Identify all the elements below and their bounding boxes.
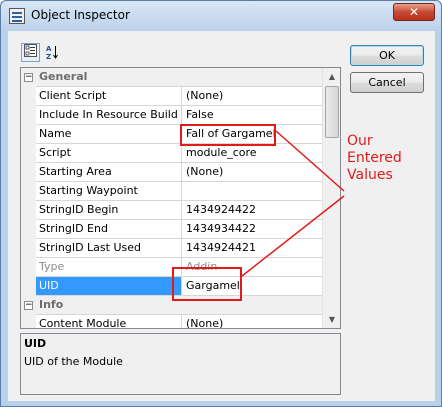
collapse-icon[interactable]: − xyxy=(24,301,33,310)
property-name: Script xyxy=(36,144,182,163)
property-name: Client Script xyxy=(36,87,182,106)
highlight-box-name xyxy=(180,124,276,146)
property-value[interactable]: False xyxy=(182,106,322,125)
property-row-script[interactable]: Script module_core xyxy=(21,144,322,163)
scroll-up-icon[interactable]: ▲ xyxy=(323,68,340,85)
row-gutter xyxy=(21,144,36,163)
object-inspector-window: Object Inspector ✕ A Z − General Client … xyxy=(0,0,442,407)
property-row-include-in-resource-build[interactable]: Include In Resource Build False xyxy=(21,106,322,125)
property-name: StringID Last Used xyxy=(36,239,182,258)
property-name: Include In Resource Build xyxy=(36,106,182,125)
cancel-button[interactable]: Cancel xyxy=(350,72,424,93)
row-gutter xyxy=(21,163,36,182)
categorized-view-icon[interactable] xyxy=(21,43,40,62)
row-gutter xyxy=(21,315,36,328)
property-value[interactable]: (None) xyxy=(182,87,322,106)
property-value[interactable]: 1434924422 xyxy=(182,201,322,220)
close-button[interactable]: ✕ xyxy=(393,3,435,21)
row-gutter xyxy=(21,106,36,125)
row-gutter xyxy=(21,182,36,201)
svg-text:Z: Z xyxy=(46,53,51,60)
property-name: Starting Area xyxy=(36,163,182,182)
property-row-name[interactable]: Name Fall of Gargamel xyxy=(21,125,322,144)
annotation-line-2: Entered xyxy=(347,150,402,166)
row-gutter xyxy=(21,220,36,239)
property-name: Name xyxy=(36,125,182,144)
app-icon xyxy=(9,8,25,24)
property-row-starting-area[interactable]: Starting Area (None) xyxy=(21,163,322,182)
property-row-content-module[interactable]: Content Module (None) xyxy=(21,315,322,328)
scroll-thumb[interactable] xyxy=(325,86,339,138)
highlight-box-uid xyxy=(172,267,242,301)
property-value[interactable] xyxy=(182,182,322,201)
title-bar[interactable]: Object Inspector ✕ xyxy=(1,1,441,31)
row-gutter xyxy=(21,258,36,277)
annotation-line-3: Values xyxy=(347,167,393,183)
property-name: Starting Waypoint xyxy=(36,182,182,201)
collapse-icon[interactable]: − xyxy=(24,73,33,82)
description-text: UID of the Module xyxy=(24,355,123,368)
row-gutter xyxy=(21,239,36,258)
property-name: Content Module xyxy=(36,315,182,328)
property-name: StringID End xyxy=(36,220,182,239)
property-value[interactable]: 1434934422 xyxy=(182,220,322,239)
sort-alpha-icon[interactable]: A Z xyxy=(42,43,61,62)
property-row-stringid-end[interactable]: StringID End 1434934422 xyxy=(21,220,322,239)
row-gutter xyxy=(21,125,36,144)
property-row-stringid-last-used[interactable]: StringID Last Used 1434924421 xyxy=(21,239,322,258)
annotation-label: Our Entered Values xyxy=(347,133,402,184)
property-value[interactable]: module_core xyxy=(182,144,322,163)
row-gutter xyxy=(21,277,36,296)
property-row-starting-waypoint[interactable]: Starting Waypoint xyxy=(21,182,322,201)
property-name: UID xyxy=(36,277,182,296)
row-gutter xyxy=(21,201,36,220)
description-title: UID xyxy=(24,337,47,350)
vertical-scrollbar[interactable]: ▲ ▼ xyxy=(322,68,340,328)
property-value[interactable]: 1434924421 xyxy=(182,239,322,258)
property-row-stringid-begin[interactable]: StringID Begin 1434924422 xyxy=(21,201,322,220)
window-title: Object Inspector xyxy=(31,8,130,22)
description-panel: UID UID of the Module xyxy=(20,333,341,395)
svg-text:A: A xyxy=(46,45,52,53)
property-name: StringID Begin xyxy=(36,201,182,220)
property-name: Type xyxy=(36,258,182,277)
row-gutter xyxy=(21,87,36,106)
scroll-down-icon[interactable]: ▼ xyxy=(323,311,340,328)
property-value[interactable]: (None) xyxy=(182,315,322,328)
category-label: General xyxy=(36,68,322,87)
property-value[interactable]: (None) xyxy=(182,163,322,182)
property-row-client-script[interactable]: Client Script (None) xyxy=(21,87,322,106)
annotation-line-1: Our xyxy=(347,133,373,149)
ok-button[interactable]: OK xyxy=(350,45,424,66)
dialog-client: A Z − General Client Script (None) Inclu… xyxy=(8,31,435,401)
category-general[interactable]: − General xyxy=(21,68,322,87)
